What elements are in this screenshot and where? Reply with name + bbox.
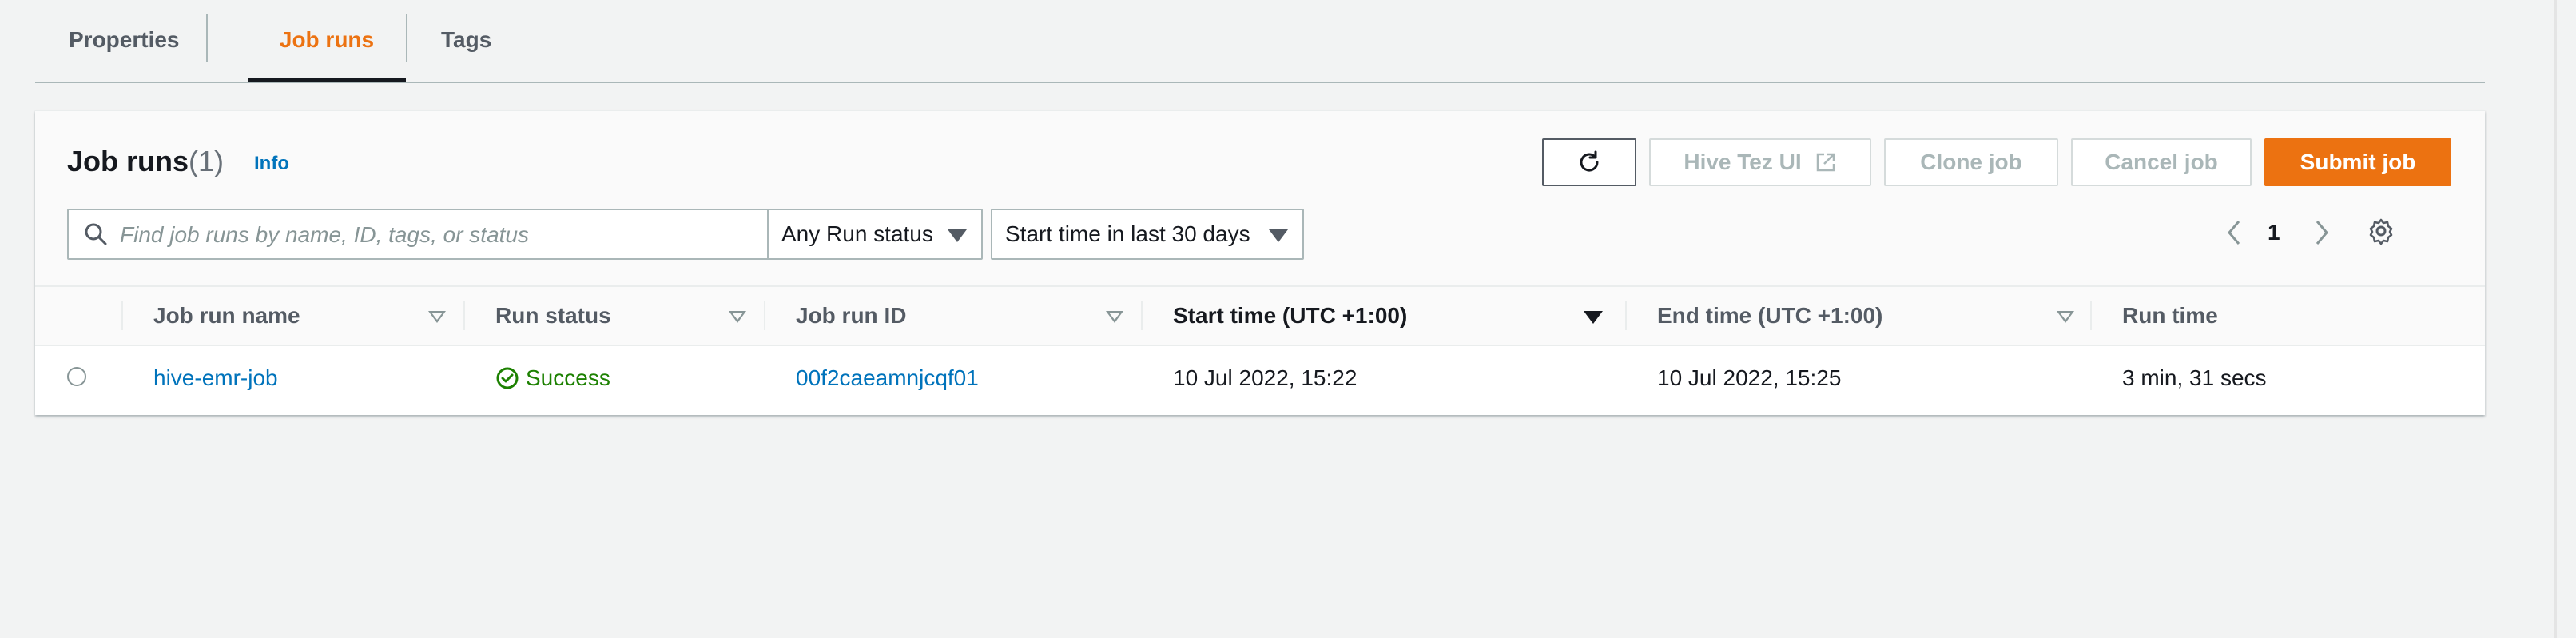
table-header: Job run name Run status Job run ID Start…	[35, 285, 2485, 346]
sort-icon[interactable]	[2057, 311, 2074, 323]
table-row[interactable]: hive-emr-job Success 00f2caeamnjcqf01 10…	[35, 346, 2485, 410]
job-run-count: (1)	[189, 145, 224, 177]
sort-icon[interactable]	[729, 311, 746, 323]
tab-job-runs[interactable]: Job runs	[248, 0, 406, 82]
column-divider	[463, 301, 465, 330]
time-range-value: Start time in last 30 days	[1005, 221, 1250, 246]
column-divider	[2090, 301, 2092, 330]
panel-header: Job runs (1) Info Hive Tez UI Clone job …	[35, 111, 2485, 285]
column-divider	[764, 301, 765, 330]
tab-properties[interactable]: Properties	[69, 0, 180, 80]
job-run-name-link[interactable]: hive-emr-job	[153, 346, 278, 410]
external-link-icon	[1815, 151, 1837, 173]
hive-tez-ui-button[interactable]: Hive Tez UI	[1649, 138, 1871, 186]
current-page-number[interactable]: 1	[2268, 220, 2280, 245]
column-header-job-run-name[interactable]: Job run name	[153, 287, 300, 345]
clone-job-button[interactable]: Clone job	[1884, 138, 2058, 186]
column-header-run-time[interactable]: Run time	[2122, 287, 2218, 345]
run-time-cell: 3 min, 31 secs	[2122, 365, 2267, 390]
refresh-button[interactable]	[1542, 138, 1636, 186]
check-circle-icon	[495, 366, 519, 390]
end-time-cell: 10 Jul 2022, 15:25	[1657, 365, 1842, 390]
tab-divider	[406, 14, 407, 62]
caret-down-icon	[948, 229, 967, 242]
run-status-value: Any Run status	[781, 221, 933, 246]
job-runs-panel: Job runs (1) Info Hive Tez UI Clone job …	[35, 110, 2485, 415]
hive-tez-ui-label: Hive Tez UI	[1684, 150, 1802, 174]
refresh-icon	[1580, 150, 1599, 172]
tab-tags[interactable]: Tags	[441, 0, 491, 80]
column-header-end-time[interactable]: End time (UTC +1:00)	[1657, 287, 1882, 345]
start-time-cell: 10 Jul 2022, 15:22	[1173, 365, 1358, 390]
column-header-run-status[interactable]: Run status	[495, 287, 611, 345]
tab-divider	[206, 14, 208, 62]
search-icon	[83, 221, 109, 251]
sort-descending-icon[interactable]	[1584, 311, 1603, 324]
cancel-job-button[interactable]: Cancel job	[2071, 138, 2252, 186]
job-run-id-link[interactable]: 00f2caeamnjcqf01	[796, 346, 979, 410]
time-range-select[interactable]: Start time in last 30 days	[991, 209, 1304, 260]
submit-job-button[interactable]: Submit job	[2264, 138, 2451, 186]
run-status-cell: Success	[495, 346, 610, 410]
search-field[interactable]	[67, 209, 801, 260]
caret-down-icon	[1269, 229, 1288, 242]
chevron-right-icon[interactable]	[2309, 218, 2333, 251]
column-header-job-run-id[interactable]: Job run ID	[796, 287, 906, 345]
run-status-text: Success	[526, 365, 610, 390]
tab-bar: Properties Job runs Tags	[35, 0, 2485, 83]
run-status-select[interactable]: Any Run status	[767, 209, 983, 260]
column-divider	[121, 301, 123, 330]
info-link[interactable]: Info	[254, 153, 289, 175]
search-input[interactable]	[118, 215, 777, 255]
chevron-left-icon[interactable]	[2223, 218, 2247, 251]
panel-title: Job runs	[67, 145, 189, 177]
column-divider	[1141, 301, 1143, 330]
page-edge-divider	[2554, 0, 2557, 638]
column-header-start-time[interactable]: Start time (UTC +1:00)	[1173, 287, 1407, 345]
sort-icon[interactable]	[428, 311, 446, 323]
sort-icon[interactable]	[1106, 311, 1123, 323]
column-divider	[1625, 301, 1627, 330]
gear-icon[interactable]	[2365, 215, 2397, 251]
row-select-radio[interactable]	[67, 367, 86, 386]
